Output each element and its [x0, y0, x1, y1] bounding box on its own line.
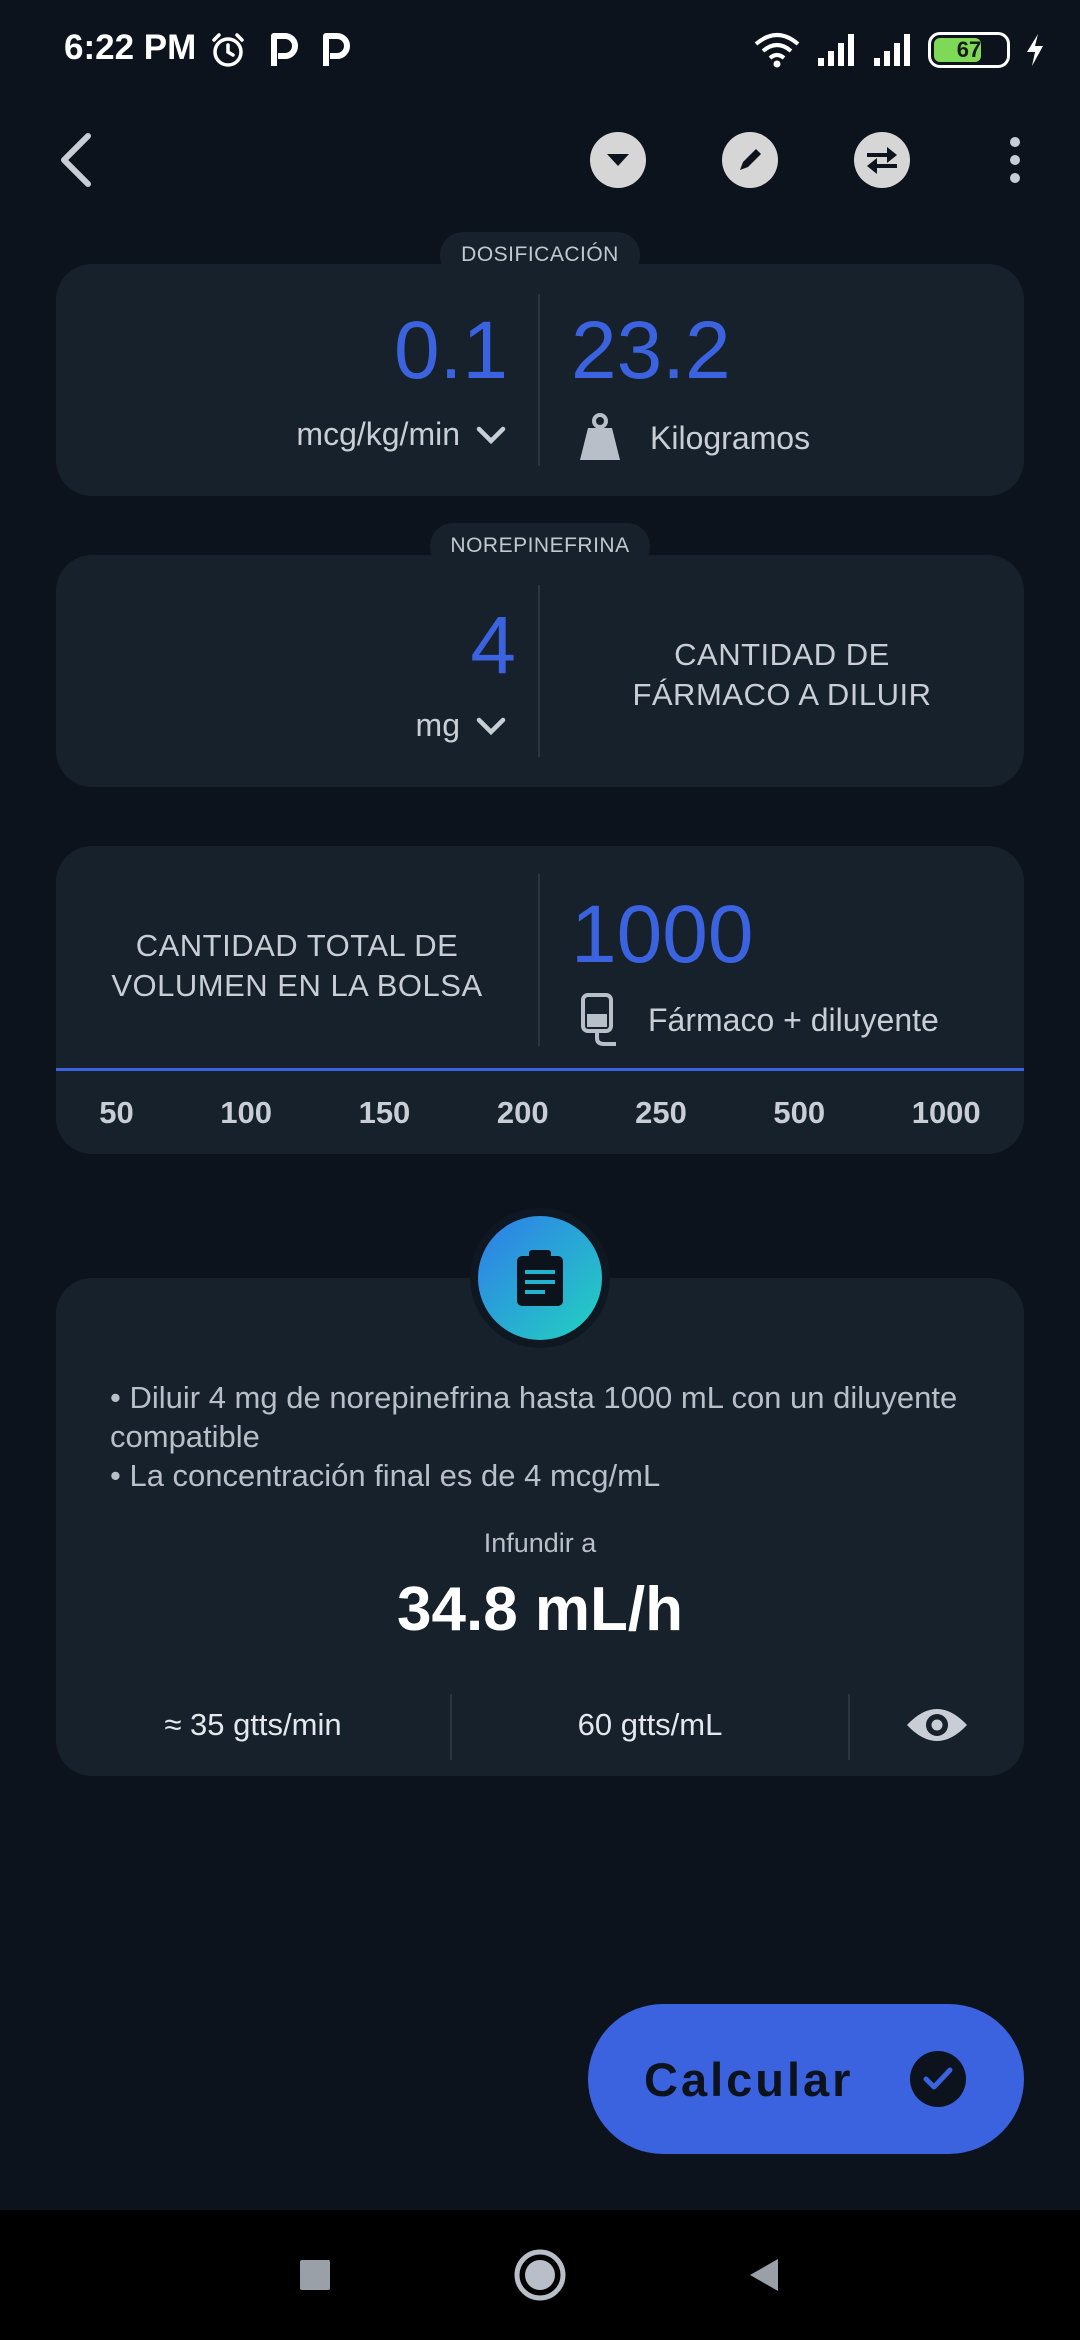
volume-label-line2: VOLUMEN EN LA BOLSA — [111, 968, 483, 1003]
volume-preset-100[interactable]: 100 — [208, 1095, 284, 1131]
status-time: 6:22 PM — [64, 28, 197, 67]
dosage-divider — [538, 294, 540, 466]
calculate-button[interactable]: Calcular — [588, 2004, 1024, 2154]
edit-button[interactable] — [722, 132, 778, 188]
drug-amount-value[interactable]: 4 — [470, 605, 516, 687]
dose-value[interactable]: 0.1 — [394, 310, 508, 392]
weight-value[interactable]: 23.2 — [571, 310, 731, 392]
weight-icon — [580, 413, 620, 460]
result-clipboard-badge — [478, 1216, 602, 1340]
drip-info-row: ≈ 35 gtts/min 60 gtts/mL — [56, 1690, 1024, 1760]
alarm-icon — [212, 33, 244, 67]
nav-back-button[interactable] — [734, 2245, 794, 2305]
caret-down-icon — [607, 154, 629, 166]
drug-card-tag: NOREPINEFRINA — [430, 523, 650, 569]
drug-amount-label-line1: CANTIDAD DE — [674, 637, 890, 672]
triangle-back-icon — [750, 2259, 778, 2291]
drug-unit-label: mg — [415, 707, 460, 743]
nav-home-button[interactable] — [510, 2245, 570, 2305]
eye-icon — [907, 1709, 967, 1741]
app-screen: 6:22 PM 67 DOSIFICACIÓN 0.1 mcg/kg/min 2… — [0, 0, 1080, 2340]
volume-card: CANTIDAD TOTAL DE VOLUMEN EN LA BOLSA 10… — [56, 846, 1024, 1154]
volume-preset-500[interactable]: 500 — [761, 1095, 837, 1131]
signal-icon — [818, 34, 854, 66]
drop-factor[interactable]: 60 gtts/mL — [452, 1690, 848, 1760]
swap-button[interactable] — [854, 132, 910, 188]
visibility-toggle[interactable] — [850, 1690, 1024, 1760]
battery-indicator: 67 — [928, 32, 1010, 68]
charging-bolt-icon — [1027, 34, 1043, 66]
drug-card: NOREPINEFRINA 4 mg CANTIDAD DE FÁRMACO A… — [56, 523, 1024, 787]
weight-unit-label: Kilogramos — [650, 419, 811, 456]
circle-home-icon — [514, 2249, 566, 2301]
chevron-down-icon — [476, 717, 506, 735]
more-options-button[interactable] — [1000, 128, 1030, 192]
infusion-rate-label: Infundir a — [483, 1528, 597, 1558]
status-system-icons: 67 — [752, 30, 1046, 70]
volume-unit-label: Fármaco + diluyente — [648, 1001, 939, 1038]
volume-preset-250[interactable]: 250 — [623, 1095, 699, 1131]
dose-unit-label: mcg/kg/min — [296, 416, 460, 452]
clipboard-icon — [517, 1250, 563, 1306]
status-bar: 6:22 PM 67 — [0, 0, 1080, 100]
volume-presets: 50 100 150 200 250 500 1000 — [56, 1068, 1024, 1154]
drug-amount-label-line2: FÁRMACO A DILUIR — [632, 677, 932, 712]
parking-app-icon-2 — [323, 33, 350, 66]
infusion-rate-value: 34.8 mL/h — [397, 1575, 683, 1644]
chevron-down-icon — [476, 426, 506, 444]
back-button[interactable] — [50, 128, 110, 192]
volume-divider — [538, 874, 540, 1046]
status-notification-icons — [208, 30, 352, 70]
drug-unit-selector[interactable]: mg — [416, 707, 508, 744]
chevron-left-icon — [61, 133, 91, 187]
drug-amount-label: CANTIDAD DE FÁRMACO A DILUIR — [540, 635, 1024, 715]
volume-unit-row: Fármaco + diluyente — [580, 992, 939, 1048]
signal-icon-2 — [874, 34, 910, 66]
dosage-card-tag: DOSIFICACIÓN — [440, 232, 640, 278]
weight-unit-row: Kilogramos — [576, 412, 810, 464]
swap-arrows-icon — [867, 147, 897, 174]
volume-label: CANTIDAD TOTAL DE VOLUMEN EN LA BOLSA — [56, 926, 538, 1006]
nav-recents-button[interactable] — [285, 2245, 345, 2305]
volume-label-line1: CANTIDAD TOTAL DE — [135, 928, 459, 963]
battery-level-text: 67 — [956, 37, 982, 62]
dose-unit-selector[interactable]: mcg/kg/min — [296, 416, 508, 453]
calculate-button-label: Calcular — [644, 2052, 854, 2106]
more-vertical-icon — [1010, 137, 1020, 183]
volume-preset-1000[interactable]: 1000 — [900, 1095, 993, 1131]
wifi-icon — [754, 33, 800, 68]
pencil-icon — [740, 149, 761, 170]
volume-value[interactable]: 1000 — [571, 894, 753, 976]
top-toolbar — [0, 110, 1080, 210]
parking-app-icon — [271, 33, 298, 66]
square-icon — [300, 2260, 330, 2290]
volume-preset-150[interactable]: 150 — [347, 1095, 423, 1131]
volume-preset-200[interactable]: 200 — [485, 1095, 561, 1131]
instruction-concentration: • La concentración final es de 4 mcg/mL — [110, 1458, 661, 1493]
iv-bag-icon — [581, 993, 616, 1046]
dropdown-button[interactable] — [590, 132, 646, 188]
drops-per-minute: ≈ 35 gtts/min — [164, 1707, 342, 1742]
instruction-dilution: • Diluir 4 mg de norepinefrina hasta 100… — [110, 1380, 958, 1454]
volume-preset-50[interactable]: 50 — [87, 1095, 145, 1131]
dosage-card: DOSIFICACIÓN 0.1 mcg/kg/min 23.2 Kilogra… — [56, 232, 1024, 496]
check-circle-icon — [910, 2051, 966, 2107]
system-nav-bar — [0, 2210, 1080, 2340]
instructions: • Diluir 4 mg de norepinefrina hasta 100… — [110, 1378, 970, 1495]
result-card: • Diluir 4 mg de norepinefrina hasta 100… — [56, 1278, 1024, 1776]
